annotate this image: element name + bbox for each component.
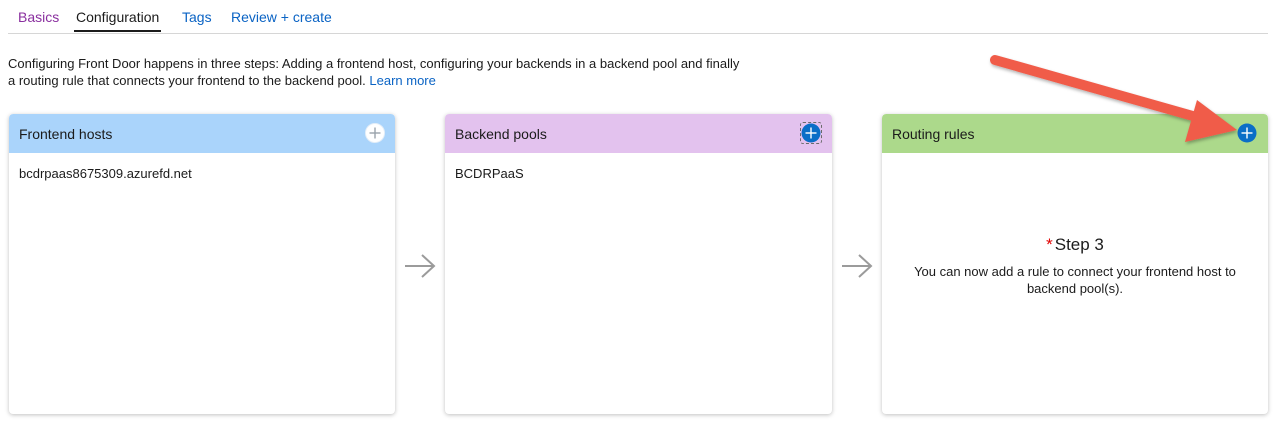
- frontend-hosts-title: Frontend hosts: [19, 126, 113, 142]
- routing-rules-card: Routing rules * Step 3 You can now add a …: [882, 114, 1268, 414]
- frontend-hosts-header: Frontend hosts: [9, 114, 395, 153]
- add-backend-pool-button[interactable]: [800, 122, 822, 144]
- backend-pool-item[interactable]: BCDRPaaS: [455, 166, 524, 181]
- backend-pools-header: Backend pools: [445, 114, 832, 153]
- frontend-hosts-card: Frontend hosts bcdrpaas8675309.azurefd.n…: [9, 114, 395, 414]
- step-3-description: You can now add a rule to connect your f…: [914, 264, 1236, 296]
- backend-pools-title: Backend pools: [455, 126, 547, 142]
- plus-circle-icon: [365, 123, 385, 143]
- tab-tags[interactable]: Tags: [182, 8, 212, 32]
- tab-review-create[interactable]: Review + create: [231, 8, 332, 32]
- arrow-right-icon: [405, 254, 436, 278]
- plus-circle-icon: [801, 123, 821, 143]
- learn-more-link[interactable]: Learn more: [369, 73, 435, 88]
- red-pointer-arrow: [990, 55, 1237, 142]
- tab-basics[interactable]: Basics: [18, 8, 59, 32]
- step-3-heading: * Step 3: [882, 234, 1268, 256]
- tab-bar: Basics Configuration Tags Review + creat…: [8, 0, 1268, 34]
- arrow-right-icon: [842, 254, 873, 278]
- routing-rules-title: Routing rules: [892, 126, 975, 142]
- intro-description: Configuring Front Door happens in three …: [8, 55, 748, 89]
- tab-configuration[interactable]: Configuration: [74, 8, 162, 32]
- required-asterisk: *: [1046, 235, 1053, 254]
- step-3-title: Step 3: [1054, 235, 1104, 254]
- frontend-host-item[interactable]: bcdrpaas8675309.azurefd.net: [19, 166, 192, 181]
- add-frontend-host-button[interactable]: [365, 123, 385, 143]
- backend-pools-card: Backend pools BCDRPaaS: [445, 114, 832, 414]
